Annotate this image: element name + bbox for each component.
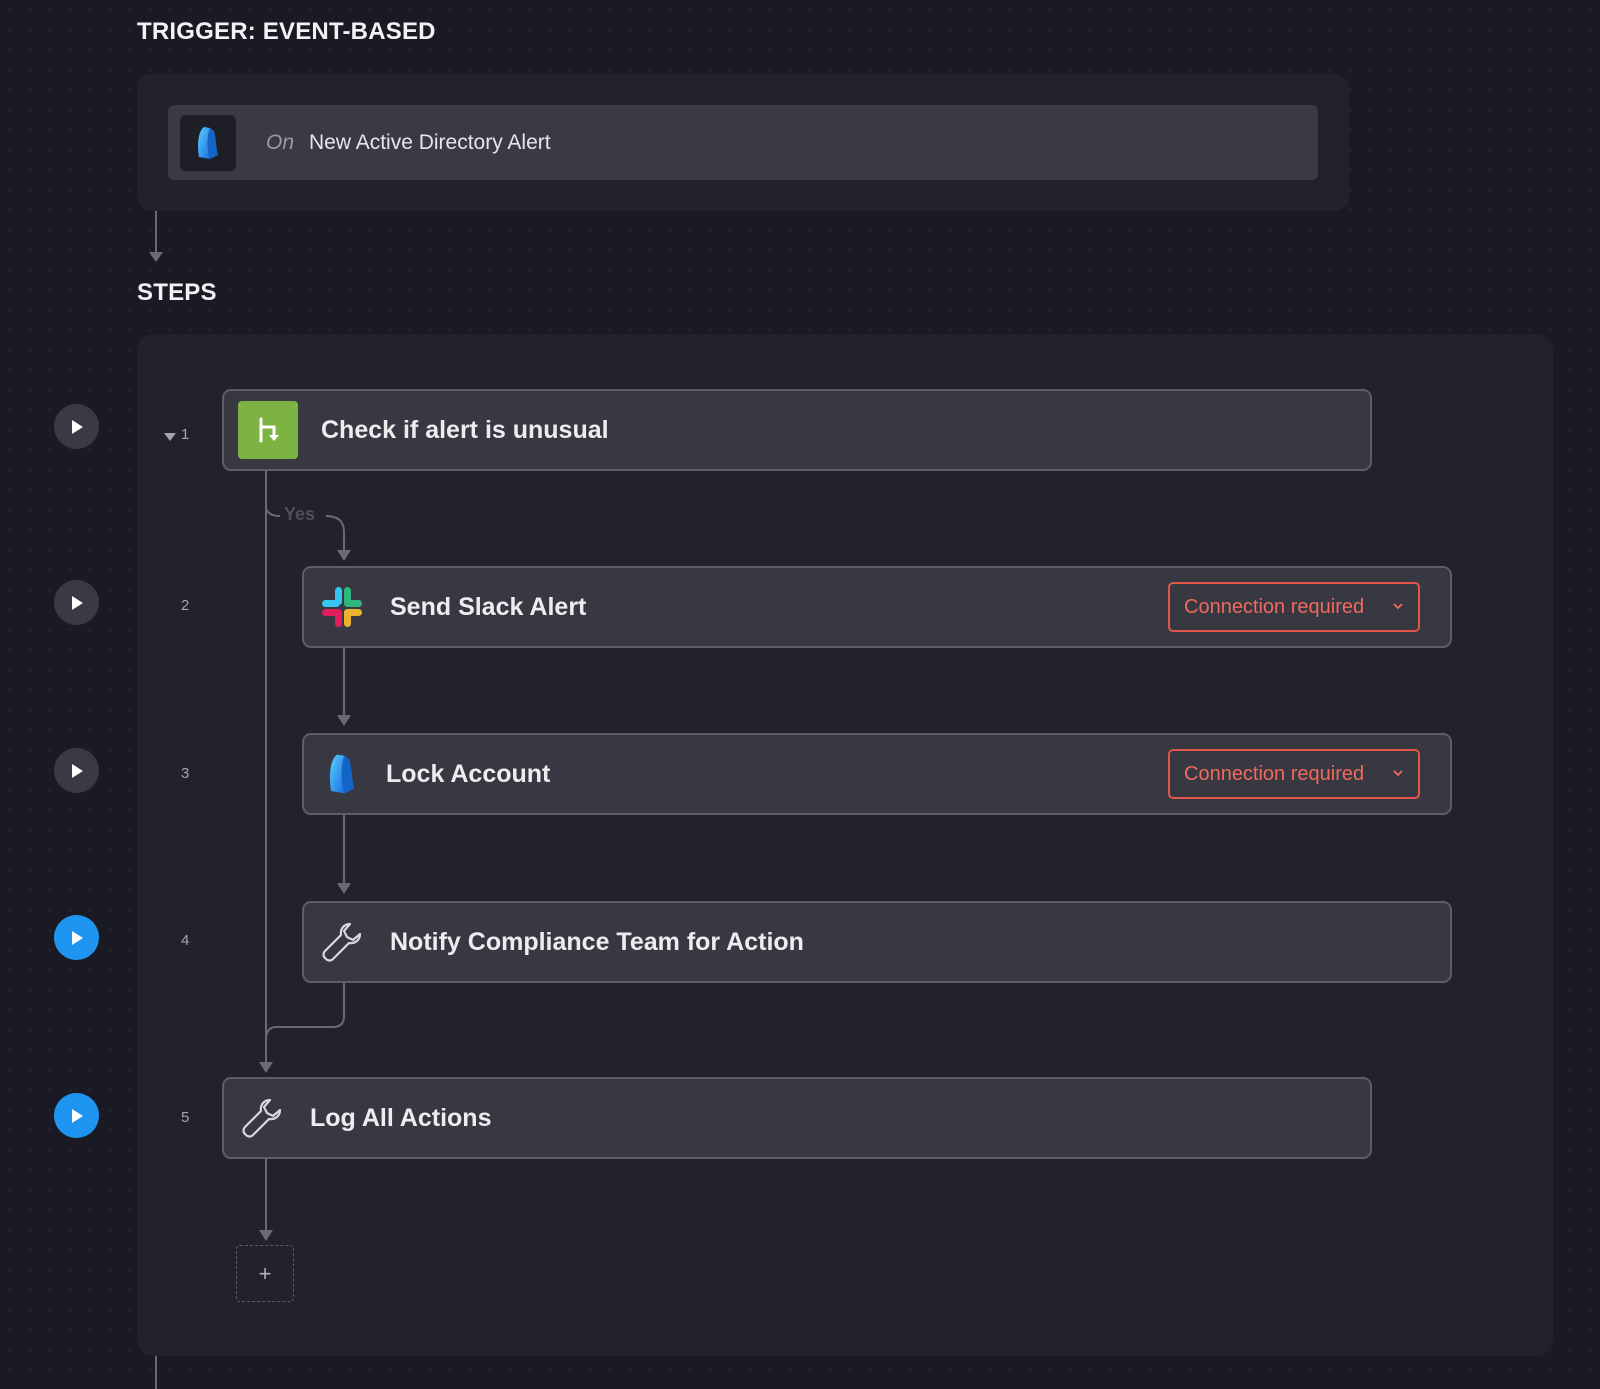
step-number-2: 2 (181, 597, 190, 614)
step-number-3: 3 (181, 765, 190, 782)
play-icon (71, 419, 83, 434)
step-card-1[interactable]: Check if alert is unusual (222, 389, 1372, 471)
collapse-step-1-icon[interactable] (164, 428, 176, 446)
step-label-3: Lock Account (386, 759, 551, 788)
step-number-1: 1 (181, 426, 190, 443)
step-card-2[interactable]: Send Slack Alert Connection required (302, 566, 1452, 648)
run-step-5-button[interactable] (54, 1093, 99, 1138)
chevron-down-icon (1393, 770, 1403, 777)
connection-status-text: Connection required (1184, 762, 1365, 785)
connection-select-step-3[interactable]: Connection required (1168, 749, 1420, 799)
step-label-1: Check if alert is unusual (321, 415, 609, 444)
step-card-5[interactable]: Log All Actions (222, 1077, 1372, 1159)
run-step-2-button[interactable] (54, 580, 99, 625)
play-icon (71, 930, 83, 945)
wrench-icon (320, 920, 364, 964)
step-label-2: Send Slack Alert (390, 592, 587, 621)
run-step-1-button[interactable] (54, 404, 99, 449)
plus-icon: + (258, 1260, 272, 1286)
play-icon (71, 1108, 83, 1123)
run-step-3-button[interactable] (54, 748, 99, 793)
chevron-down-icon (1393, 603, 1403, 610)
connection-select-step-2[interactable]: Connection required (1168, 582, 1420, 632)
add-step-button[interactable]: + (236, 1245, 294, 1302)
active-directory-icon (322, 748, 362, 800)
step-number-5: 5 (181, 1109, 190, 1126)
wrench-icon (240, 1096, 284, 1140)
slack-icon (320, 585, 364, 629)
step-card-4[interactable]: Notify Compliance Team for Action (302, 901, 1452, 983)
run-step-4-button[interactable] (54, 915, 99, 960)
steps-panel (137, 334, 1553, 1356)
step-card-3[interactable]: Lock Account Connection required (302, 733, 1452, 815)
steps-section-title: STEPS (137, 279, 217, 306)
step-label-5: Log All Actions (310, 1103, 492, 1132)
play-icon (71, 595, 83, 610)
step-number-4: 4 (181, 932, 190, 949)
branch-icon (238, 401, 298, 459)
branch-label-yes: Yes (284, 504, 316, 524)
play-icon (71, 763, 83, 778)
step-label-4: Notify Compliance Team for Action (390, 927, 804, 956)
connection-status-text: Connection required (1184, 595, 1365, 618)
